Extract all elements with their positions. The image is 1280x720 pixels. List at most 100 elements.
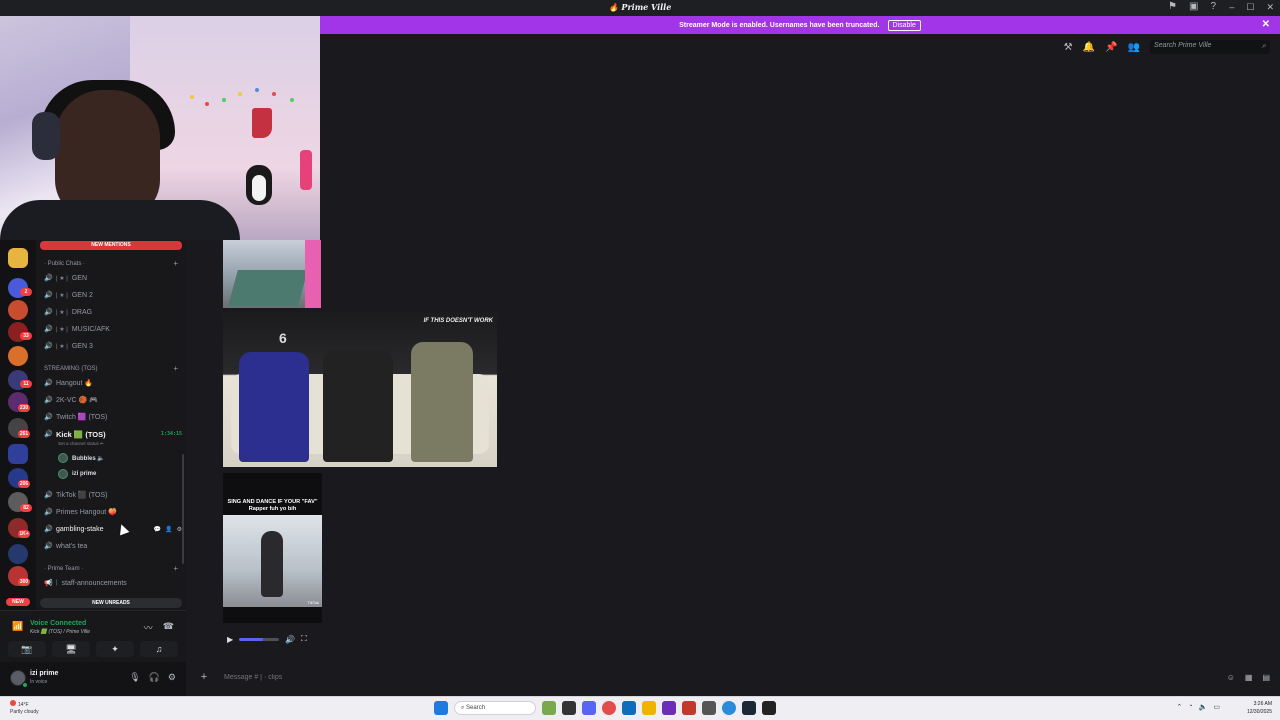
wifi-icon[interactable]: ◔ xyxy=(1188,703,1192,711)
app-icon[interactable] xyxy=(702,701,716,715)
voice-channel-gen-3[interactable]: 🔊 | ★ | GEN 3 xyxy=(44,339,182,353)
video-progress-bar[interactable] xyxy=(239,637,280,641)
voice-channel-hangout[interactable]: 🔊 Hangout 🔥 xyxy=(44,376,182,390)
steam-icon[interactable] xyxy=(742,701,756,715)
voice-channel-path[interactable]: Kick 🟩 (TOS) / Prime Ville xyxy=(30,629,90,635)
category-streaming[interactable]: STREAMING (TOS) xyxy=(44,366,98,372)
server-icon[interactable] xyxy=(8,346,28,366)
close-icon[interactable]: ✕ xyxy=(1262,19,1270,30)
system-clock[interactable]: 3:26 AM 12/30/2025 xyxy=(1247,700,1272,716)
app-icon[interactable] xyxy=(682,701,696,715)
text-channel-staff-announcements[interactable]: 📢 | staff-announcements xyxy=(44,576,182,590)
member-list-icon[interactable]: 👥 xyxy=(1128,42,1140,53)
apps-icon[interactable]: ▦ xyxy=(1245,673,1253,682)
voice-channel-gen-2[interactable]: 🔊 | ★ | GEN 2 xyxy=(44,288,182,302)
user-name[interactable]: izi prime xyxy=(30,670,58,677)
weather-widget[interactable]: 14°F Partly cloudy xyxy=(10,700,39,716)
server-icon[interactable] xyxy=(8,248,28,268)
disconnect-icon[interactable]: ☎ xyxy=(163,621,174,634)
volume-icon[interactable]: 🔊 xyxy=(285,635,295,644)
category-prime-team[interactable]: · Prime Team · xyxy=(44,566,83,572)
flag-icon[interactable]: ⚑ xyxy=(1168,1,1177,12)
add-channel-icon[interactable]: + xyxy=(173,364,178,373)
voice-channel-2k-vc[interactable]: 🔊 2K-VC 🏀 🎮 xyxy=(44,393,182,407)
add-channel-icon[interactable]: + xyxy=(173,564,178,573)
widgets-icon[interactable] xyxy=(542,701,556,715)
task-view-icon[interactable] xyxy=(562,701,576,715)
help-icon[interactable]: ? xyxy=(1210,1,1216,12)
voice-channel-gen[interactable]: 🔊 | ★ | GEN xyxy=(44,271,182,285)
battery-icon[interactable]: ▭ xyxy=(1213,703,1220,711)
title-bar: 🔥 Prime Ville ⚑ ▣ ? – ☐ ✕ xyxy=(0,0,1280,16)
minimize-button[interactable]: – xyxy=(1229,2,1234,13)
terminal-icon[interactable] xyxy=(762,701,776,715)
voice-channel-primes-hangout[interactable]: 🔊 Primes Hangout 🍑 xyxy=(44,505,182,519)
close-button[interactable]: ✕ xyxy=(1266,2,1274,13)
new-unreads-pill[interactable]: NEW UNREADS xyxy=(40,598,182,608)
voice-channel-tiktok[interactable]: 🔊 TikTok ⬛ (TOS) xyxy=(44,488,182,502)
noise-suppression-icon[interactable]: 〰 xyxy=(144,621,153,634)
message-input[interactable] xyxy=(224,673,1227,681)
attachment-video-tiktok[interactable]: SING AND DANCE IF YOUR "FAV" Rapper fuh … xyxy=(223,473,322,623)
folder-icon[interactable] xyxy=(8,444,28,464)
mention-badge: 261 xyxy=(18,430,30,438)
string-light xyxy=(190,95,194,99)
chrome-icon[interactable] xyxy=(602,701,616,715)
inbox-icon[interactable]: ▣ xyxy=(1189,1,1198,12)
screen-share-button[interactable]: 🖥 xyxy=(52,641,90,657)
channel-list-scrollbar[interactable] xyxy=(182,454,184,564)
voice-user-izi-prime[interactable]: izi prime xyxy=(58,467,96,481)
speaker-icon[interactable]: 🔈 xyxy=(1199,703,1208,711)
speaker-icon: 🔊 xyxy=(44,509,53,516)
settings-gear-icon[interactable]: ⚙ xyxy=(168,672,176,683)
add-attachment-icon[interactable]: + xyxy=(196,671,212,683)
voice-status[interactable]: Voice Connected xyxy=(30,620,86,627)
webcam-overlay: ❄ xyxy=(0,0,320,240)
attachment-image-room[interactable] xyxy=(223,240,321,308)
user-status: In voice xyxy=(30,679,48,685)
voice-channel-music-afk[interactable]: 🔊 | ★ | MUSIC/AFK xyxy=(44,322,182,336)
category-public-chats[interactable]: · Public Chats · xyxy=(44,261,85,267)
maximize-button[interactable]: ☐ xyxy=(1246,2,1254,13)
threads-icon[interactable]: ⚒ xyxy=(1064,42,1073,53)
soundboard-button[interactable]: ♫ xyxy=(140,641,178,657)
gift-icon[interactable]: ▤ xyxy=(1262,673,1270,682)
fullscreen-icon[interactable]: ⛶ xyxy=(301,634,307,644)
camera-off-button[interactable]: 📷 xyxy=(8,641,46,657)
voice-channel-kick-active[interactable]: 🔊 Kick 🟩 (TOS) 1:34:15 xyxy=(44,427,182,441)
file-explorer-icon[interactable] xyxy=(642,701,656,715)
search-input[interactable]: Search Prime Ville ⌕ xyxy=(1150,40,1270,54)
discord-app-icon[interactable] xyxy=(582,701,596,715)
obs-icon[interactable] xyxy=(662,701,676,715)
signal-icon[interactable]: 📶 xyxy=(12,621,23,632)
pin-icon[interactable]: 📌 xyxy=(1105,42,1117,53)
voice-user-bubbles[interactable]: Bubbles 🔈 xyxy=(58,451,105,465)
microphone-icon[interactable]: 🎙 xyxy=(129,672,140,683)
weather-temp: 14°F xyxy=(18,702,29,708)
taskbar-search[interactable]: ⌕ Search xyxy=(454,701,536,715)
chat-icon[interactable]: 💬 xyxy=(154,526,161,533)
voice-channel-whats-tea[interactable]: 🔊 what's tea xyxy=(44,539,182,553)
edge-icon[interactable] xyxy=(722,701,736,715)
notification-bell-icon[interactable]: 🔔 xyxy=(1083,42,1095,53)
attachment-image-couch[interactable]: 6 IF THIS DOESN'T WORK xyxy=(223,312,497,467)
voice-channel-gambling-stake[interactable]: 🔊 gambling-stake 💬 👤 ⚙ xyxy=(44,522,182,536)
activities-button[interactable]: ✦ xyxy=(96,641,134,657)
disable-streamer-mode-button[interactable]: Disable xyxy=(887,19,921,31)
play-icon[interactable]: ▶ xyxy=(227,635,233,644)
server-icon[interactable] xyxy=(8,300,28,320)
channel-status-setter[interactable]: Set a channel status ✏ xyxy=(58,441,104,447)
voice-channel-drag[interactable]: 🔊 | ★ | DRAG xyxy=(44,305,182,319)
voice-channel-twitch[interactable]: 🔊 Twitch 🟪 (TOS) xyxy=(44,410,182,424)
tray-overflow-icon[interactable]: ⌃ xyxy=(1177,703,1183,711)
new-servers-pill[interactable]: NEW xyxy=(6,598,30,606)
emoji-icon[interactable]: ☺ xyxy=(1227,673,1235,682)
new-mentions-pill[interactable]: NEW MENTIONS xyxy=(40,241,182,250)
voice-user-name: Bubbles 🔈 xyxy=(72,455,105,462)
server-icon[interactable] xyxy=(8,544,28,564)
store-icon[interactable] xyxy=(622,701,636,715)
invite-icon[interactable]: 👤 xyxy=(165,526,172,533)
windows-start-icon[interactable] xyxy=(434,701,448,715)
add-channel-icon[interactable]: + xyxy=(173,259,178,268)
headphones-icon[interactable]: 🎧 xyxy=(149,672,160,683)
